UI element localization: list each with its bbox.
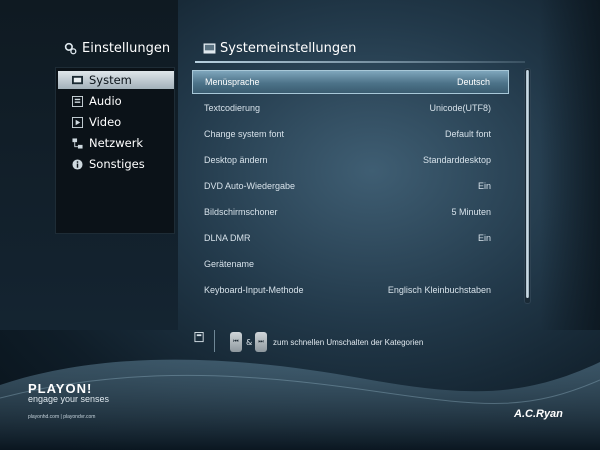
gear-icon bbox=[64, 42, 77, 54]
sidebar-item-label: Video bbox=[89, 115, 122, 129]
setting-value: Ein bbox=[477, 181, 491, 191]
sidebar-item-label: System bbox=[89, 73, 132, 87]
setting-value: Default font bbox=[444, 129, 491, 139]
setting-label: Change system font bbox=[204, 129, 285, 139]
settings-scrollbar[interactable] bbox=[524, 68, 531, 304]
setting-label: DVD Auto-Wiedergabe bbox=[204, 181, 296, 191]
hint-amp: & bbox=[246, 338, 253, 347]
setting-value: Ein bbox=[477, 233, 491, 243]
setting-label: Gerätename bbox=[204, 259, 255, 269]
sidebar-item-system[interactable]: System bbox=[58, 71, 174, 89]
sidebar-item-other[interactable]: Sonstiges bbox=[58, 155, 174, 173]
sidebar-item-audio[interactable]: Audio bbox=[58, 92, 174, 110]
setting-value: Standarddesktop bbox=[422, 155, 491, 165]
sidebar-item-label: Sonstiges bbox=[89, 157, 145, 171]
right-shade bbox=[540, 0, 600, 330]
remote-icon bbox=[194, 332, 204, 343]
setting-label: Desktop ändern bbox=[204, 155, 268, 165]
next-key-icon: ⏭ bbox=[255, 332, 267, 352]
key-hint-bar: ⏮ & ⏭ zum schnellen Umschalten der Kateg… bbox=[178, 326, 540, 360]
setting-row-dlna-dmr[interactable]: DLNA DMR Ein bbox=[192, 226, 509, 250]
scrollbar-thumb[interactable] bbox=[526, 70, 529, 298]
page-title: Systemeinstellungen bbox=[203, 38, 503, 58]
sidebar-title-text: Einstellungen bbox=[82, 40, 171, 56]
setting-row-menu-language[interactable]: Menüsprache Deutsch bbox=[192, 70, 509, 94]
setting-row-desktop[interactable]: Desktop ändern Standarddesktop bbox=[192, 148, 509, 172]
page-title-text: Systemeinstellungen bbox=[220, 40, 357, 56]
setting-row-system-font[interactable]: Change system font Default font bbox=[192, 122, 509, 146]
sidebar-item-network[interactable]: Netzwerk bbox=[58, 134, 174, 152]
system-icon bbox=[203, 42, 216, 54]
sidebar-item-label: Netzwerk bbox=[89, 136, 144, 150]
maker-logo: A.C.Ryan bbox=[514, 408, 563, 420]
setting-row-text-encoding[interactable]: Textcodierung Unicode(UTF8) bbox=[192, 96, 509, 120]
video-icon bbox=[72, 116, 83, 128]
setting-value: Englisch Kleinbuchstaben bbox=[387, 285, 491, 295]
brand-tagline: engage your senses bbox=[28, 394, 110, 404]
hint-divider bbox=[214, 330, 215, 352]
brand-urls: playonhd.com | playondvr.com bbox=[28, 414, 96, 420]
setting-label: Textcodierung bbox=[204, 103, 261, 113]
setting-row-device-name[interactable]: Gerätename bbox=[192, 252, 509, 276]
setting-label: Menüsprache bbox=[205, 77, 260, 87]
setting-value: Unicode(UTF8) bbox=[429, 103, 491, 113]
setting-label: Bildschirmschoner bbox=[204, 207, 278, 217]
setting-value: 5 Minuten bbox=[451, 207, 491, 217]
system-icon bbox=[72, 75, 83, 84]
setting-value: Deutsch bbox=[456, 77, 490, 87]
audio-icon bbox=[72, 95, 83, 107]
prev-key-icon: ⏮ bbox=[230, 332, 242, 352]
setting-label: Keyboard-Input-Methode bbox=[204, 285, 304, 295]
sidebar-item-video[interactable]: Video bbox=[58, 113, 174, 131]
network-icon bbox=[72, 137, 83, 149]
setting-label: DLNA DMR bbox=[204, 233, 251, 243]
hint-text: zum schnellen Umschalten der Kategorien bbox=[273, 338, 424, 347]
sidebar-item-label: Audio bbox=[89, 94, 122, 108]
sidebar-title: Einstellungen bbox=[64, 38, 174, 58]
setting-row-keyboard-input[interactable]: Keyboard-Input-Methode Englisch Kleinbuc… bbox=[192, 278, 509, 302]
settings-list: Menüsprache Deutsch Textcodierung Unicod… bbox=[192, 70, 509, 304]
title-divider bbox=[195, 61, 525, 63]
setting-row-screensaver[interactable]: Bildschirmschoner 5 Minuten bbox=[192, 200, 509, 224]
category-list: System Audio Video Netzwerk Sonstiges bbox=[55, 67, 175, 234]
info-icon bbox=[72, 158, 83, 170]
setting-row-dvd-autoplay[interactable]: DVD Auto-Wiedergabe Ein bbox=[192, 174, 509, 198]
